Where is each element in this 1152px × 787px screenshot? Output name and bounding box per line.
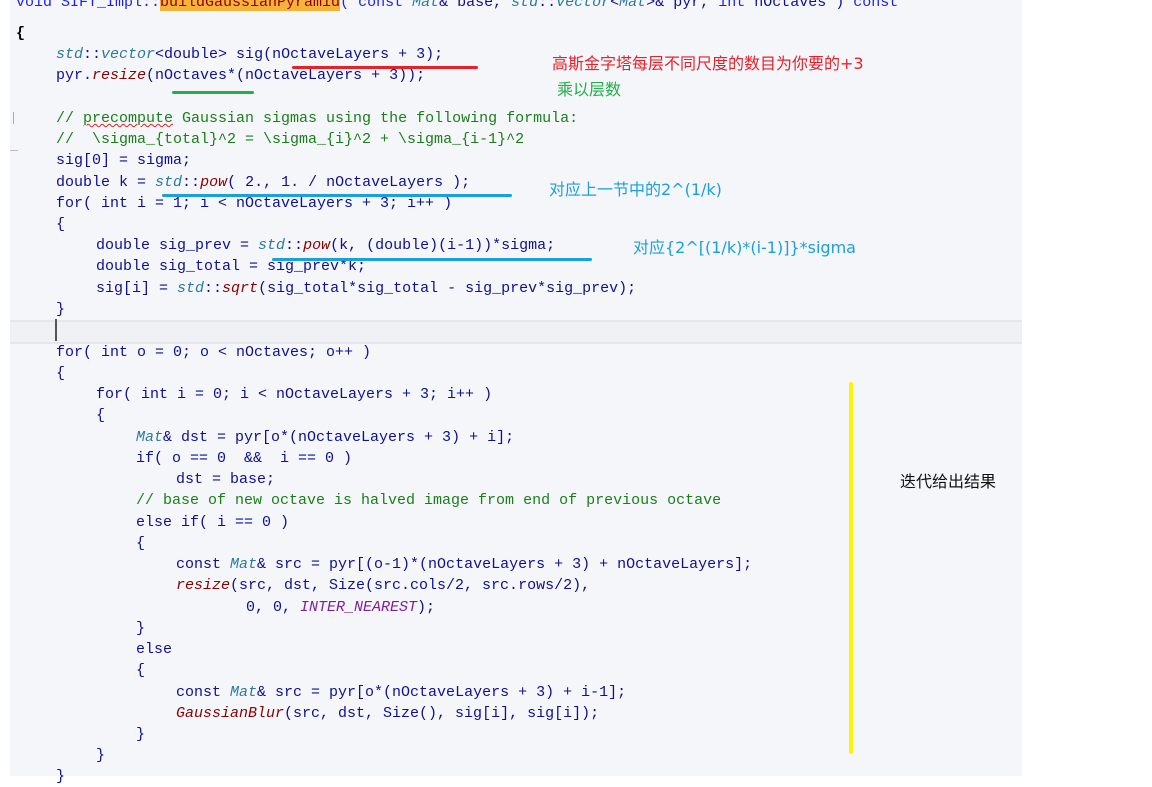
code-line: GaussianBlur(src, dst, Size(), sig[i], s… xyxy=(176,705,600,722)
annotation-blue-1: 对应上一节中的2^(1/k) xyxy=(549,180,722,199)
yellow-bracket-line xyxy=(849,382,853,754)
code-line: for( int i = 0; i < nOctaveLayers + 3; i… xyxy=(96,386,493,403)
current-line-highlight xyxy=(10,320,1022,344)
code-line: else xyxy=(136,641,173,658)
code-line: { xyxy=(136,535,146,552)
code-line: } xyxy=(56,768,66,785)
code-line: { xyxy=(16,25,26,42)
green-underline xyxy=(172,91,254,94)
annotation-black: 迭代给出结果 xyxy=(900,472,997,491)
code-line: sig[i] = std::sqrt(sig_total*sig_total -… xyxy=(96,280,637,297)
spellcheck-word: precompute xyxy=(83,110,174,127)
code-line: } xyxy=(96,747,106,764)
code-line: dst = base; xyxy=(176,471,276,488)
gutter-tick xyxy=(10,150,18,151)
code-line: sig[0] = sigma; xyxy=(56,152,192,169)
code-line: } xyxy=(136,620,146,637)
annotation-red: 高斯金字塔每层不同尺度的数目为你要的+3 xyxy=(552,54,864,73)
code-line: Mat& dst = pyr[o*(nOctaveLayers + 3) + i… xyxy=(136,429,515,446)
text-caret xyxy=(55,319,57,341)
code-line: { xyxy=(56,365,66,382)
code-comment: // base of new octave is halved image fr… xyxy=(136,492,722,509)
code-line: std::vector<double> sig(nOctaveLayers + … xyxy=(56,46,444,63)
code-line: } xyxy=(56,301,66,318)
blue-underline-sig-prev xyxy=(272,258,592,261)
code-editor[interactable]: void SIFT_Impl::buildGaussianPyramid( co… xyxy=(10,0,1022,785)
code-line: if( o == 0 && i == 0 ) xyxy=(136,450,353,467)
red-underline xyxy=(292,66,478,69)
code-line: } xyxy=(136,726,146,743)
code-comment: // \sigma_{total}^2 = \sigma_{i}^2 + \si… xyxy=(56,131,525,148)
annotation-green: 乘以层数 xyxy=(557,80,622,99)
blue-underline-pow xyxy=(162,194,512,197)
code-line: double sig_prev = std::pow(k, (double)(i… xyxy=(96,237,556,254)
code-line: const Mat& src = pyr[o*(nOctaveLayers + … xyxy=(176,684,627,701)
code-comment: // precompute Gaussian sigmas using the … xyxy=(56,110,579,127)
code-line: for( int o = 0; o < nOctaves; o++ ) xyxy=(56,344,372,361)
code-line: const Mat& src = pyr[(o-1)*(nOctaveLayer… xyxy=(176,556,753,573)
code-line: { xyxy=(136,662,146,679)
code-line: resize(src, dst, Size(src.cols/2, src.ro… xyxy=(176,577,591,594)
annotation-blue-2: 对应{2^[(1/k)*(i-1)]}*sigma xyxy=(633,238,856,257)
code-line: else if( i == 0 ) xyxy=(136,514,290,531)
gutter-marker xyxy=(10,112,14,124)
code-line: { xyxy=(96,407,106,424)
code-line: { xyxy=(56,216,66,233)
code-line-signature: void SIFT_Impl::buildGaussianPyramid( co… xyxy=(16,0,898,13)
code-line: double k = std::pow( 2., 1. / nOctaveLay… xyxy=(56,174,471,191)
highlighted-function-name[interactable]: buildGaussianPyramid xyxy=(160,0,341,11)
code-line: 0, 0, INTER_NEAREST); xyxy=(246,599,436,616)
